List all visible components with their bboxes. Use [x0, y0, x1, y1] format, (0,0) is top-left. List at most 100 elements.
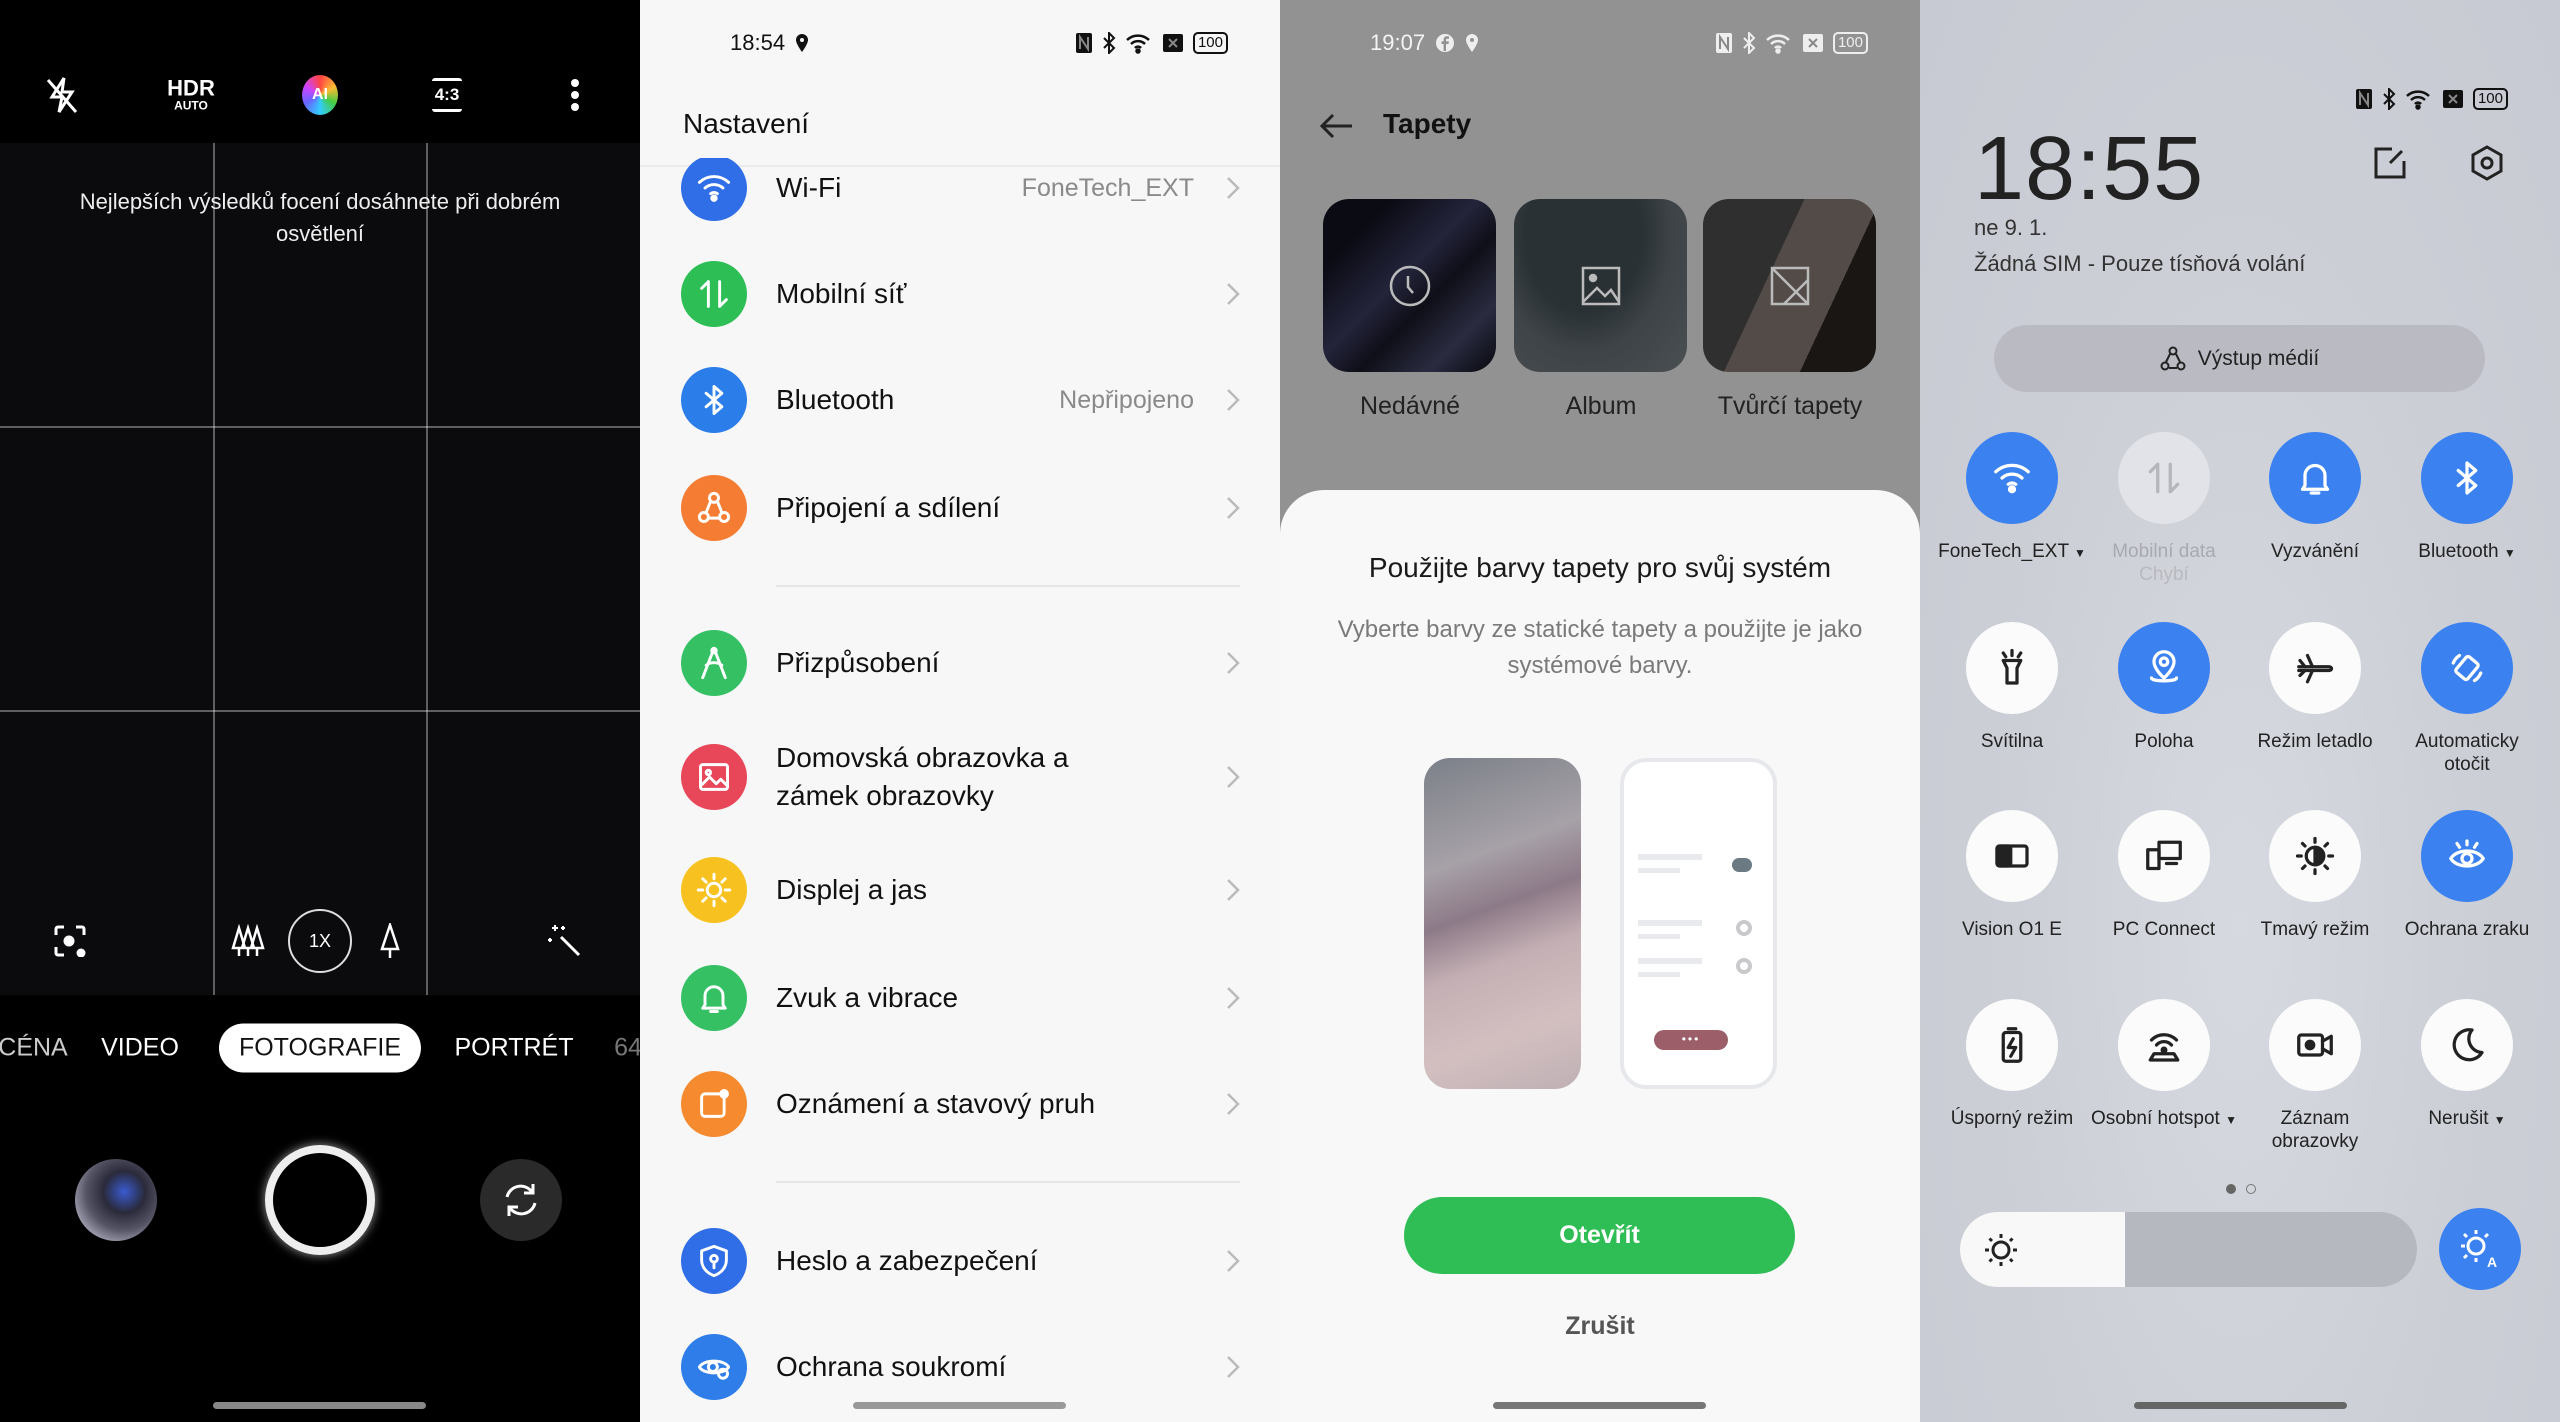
quick-tile-pc-connect[interactable]	[2118, 810, 2210, 902]
aspect-ratio-icon[interactable]: 4:3	[432, 78, 462, 112]
hotspot-icon	[2148, 1033, 2180, 1062]
wifi-icon	[1994, 463, 2030, 494]
flashlight-icon	[2001, 648, 2023, 685]
home-indicator[interactable]	[1493, 1402, 1706, 1409]
settings-item[interactable]: Domovská obrazovka a zámek obrazovky	[640, 727, 1280, 827]
quick-tile-location[interactable]	[2118, 622, 2210, 714]
brightness-slider[interactable]	[1960, 1212, 2417, 1287]
home-indicator[interactable]	[853, 1402, 1066, 1409]
grid-line	[213, 143, 215, 995]
mode-portrait[interactable]: PORTRÉT	[455, 1034, 574, 1063]
quick-tile-mobile-data[interactable]	[2118, 432, 2210, 524]
creative-wallpaper-icon	[1770, 266, 1809, 305]
settings-item-value: FoneTech_EXT	[1021, 173, 1194, 202]
mode-64mp[interactable]: 64	[614, 1034, 640, 1063]
nfc-icon	[1075, 33, 1092, 53]
edit-button[interactable]	[2374, 147, 2406, 179]
shutter-button[interactable]	[265, 1145, 375, 1255]
gallery-thumbnail[interactable]	[75, 1159, 157, 1241]
quick-tile-bluetooth[interactable]	[2421, 432, 2513, 524]
date: ne 9. 1.	[1974, 215, 2048, 240]
quick-tile-eye[interactable]	[2421, 810, 2513, 902]
back-button[interactable]	[1319, 113, 1353, 139]
quick-tile-screencast[interactable]	[1966, 810, 2058, 902]
mode-scene[interactable]: CÉNA	[0, 1034, 68, 1063]
telephoto-icon[interactable]	[380, 923, 400, 959]
settings-item[interactable]: Bluetooth Nepřipojeno	[640, 350, 1280, 450]
page-dot[interactable]	[2246, 1184, 2256, 1194]
quick-tile-flashlight[interactable]	[1966, 622, 2058, 714]
dialog-description: Vyberte barvy ze statické tapety a použi…	[1337, 616, 1863, 679]
dropdown-caret-icon[interactable]: ▼	[2074, 546, 2086, 560]
settings-item[interactable]: Přizpůsobení	[640, 613, 1280, 713]
lens-focus-icon[interactable]	[54, 925, 86, 957]
quick-tile-battery-saver[interactable]	[1966, 999, 2058, 1091]
settings-item[interactable]: Zvuk a vibrace	[640, 948, 1280, 1048]
home-indicator[interactable]	[2134, 1402, 2347, 1409]
open-button[interactable]: Otevřít	[1404, 1197, 1795, 1274]
dialog-title: Použijte barvy tapety pro svůj systém	[1368, 552, 1832, 583]
settings-item[interactable]: Heslo a zabezpečení	[640, 1211, 1280, 1311]
quick-tile-wifi[interactable]	[1966, 432, 2058, 524]
auto-brightness-button[interactable]: A	[2439, 1208, 2521, 1290]
quick-tile-dark-mode[interactable]	[2269, 810, 2361, 902]
quick-tile-moon[interactable]	[2421, 999, 2513, 1091]
settings-item[interactable]: Wi-Fi FoneTech_EXT	[640, 158, 1280, 238]
flash-off-icon[interactable]	[44, 75, 80, 115]
settings-item[interactable]: Oznámení a stavový pruh	[640, 1054, 1280, 1154]
settings-item[interactable]: Mobilní síť	[640, 244, 1280, 344]
switch-camera-button[interactable]	[480, 1159, 562, 1241]
media-output-button[interactable]: Výstup médií	[1994, 325, 2485, 392]
settings-app: 18:54 100 Nastavení Wi-Fi FoneTech_EXT M…	[640, 0, 1280, 1422]
dropdown-caret-icon[interactable]: ▼	[2225, 1113, 2237, 1127]
page-dot-active[interactable]	[2226, 1184, 2236, 1194]
chevron-right-icon	[1227, 879, 1240, 901]
settings-item-icon	[681, 857, 747, 923]
settings-item[interactable]: Připojení a sdílení	[640, 458, 1280, 558]
settings-item-label: Mobilní síť	[776, 278, 907, 309]
wide-angle-icon[interactable]	[231, 924, 265, 958]
more-icon[interactable]	[570, 78, 580, 112]
settings-item-icon	[681, 630, 747, 696]
ai-icon[interactable]: AI	[302, 75, 338, 115]
grid-line	[0, 426, 640, 428]
mobile-data-icon	[2148, 462, 2180, 494]
status-time: 19:07	[1370, 30, 1426, 55]
wallpaper-app: 19:07 100 Tapety Nedávné Album Tvůrčí ta…	[1280, 0, 1920, 1422]
settings-item[interactable]: Displej a jas	[640, 840, 1280, 940]
quick-tile-label: Automaticky otočit	[2415, 731, 2519, 775]
quick-tile-hotspot[interactable]	[2118, 999, 2210, 1091]
settings-button[interactable]	[2470, 145, 2504, 181]
zoom-label: 1X	[308, 930, 332, 951]
quick-tile-screen-record[interactable]	[2269, 999, 2361, 1091]
settings-item-label: Ochrana soukromí	[776, 1351, 1007, 1382]
chevron-right-icon	[1227, 652, 1240, 674]
chevron-right-icon	[1227, 1356, 1240, 1378]
mode-photo[interactable]: FOTOGRAFIE	[218, 1023, 422, 1073]
magic-wand-icon[interactable]	[547, 923, 583, 959]
quick-tile-bell[interactable]	[2269, 432, 2361, 524]
dropdown-caret-icon[interactable]: ▼	[2494, 1113, 2506, 1127]
camera-viewfinder[interactable]	[0, 143, 640, 995]
home-indicator[interactable]	[213, 1402, 426, 1409]
arrow-left-icon	[1319, 113, 1352, 139]
refresh-icon	[505, 1184, 537, 1216]
quick-tile-label: Tmavý režim	[2260, 919, 2370, 940]
category-creative[interactable]	[1703, 199, 1876, 372]
mode-video[interactable]: VIDEO	[101, 1034, 179, 1063]
wifi-icon	[1126, 34, 1150, 54]
hdr-auto-icon[interactable]: HDR AUTO	[167, 77, 215, 113]
zoom-level-button[interactable]: 1X	[288, 909, 352, 973]
quick-tile-airplane[interactable]	[2269, 622, 2361, 714]
sun-icon	[1985, 1234, 2017, 1266]
quick-tile-rotate[interactable]	[2421, 622, 2513, 714]
svg-text:A: A	[2487, 1254, 2497, 1269]
settings-item-label: Heslo a zabezpečení	[776, 1245, 1038, 1276]
battery-saver-icon	[2001, 1027, 2023, 1063]
settings-item-icon	[681, 965, 747, 1031]
settings-item-icon	[681, 367, 747, 433]
cancel-button[interactable]: Zrušit	[1280, 1312, 1920, 1341]
category-recent[interactable]	[1323, 199, 1496, 372]
category-album[interactable]	[1514, 199, 1687, 372]
dropdown-caret-icon[interactable]: ▼	[2504, 546, 2516, 560]
